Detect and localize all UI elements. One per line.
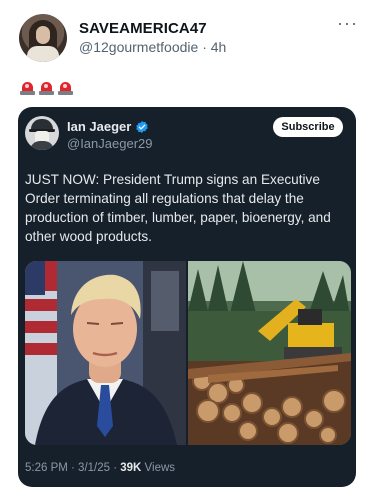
meta-separator: · (202, 39, 207, 55)
quote-text: JUST NOW: President Trump signs an Execu… (25, 172, 331, 244)
views-count[interactable]: 39K (120, 462, 141, 474)
quote-author-avatar[interactable] (25, 116, 59, 150)
avatar-shirt (27, 46, 59, 62)
quote-author-name-row[interactable]: Ian Jaeger (67, 119, 149, 134)
avatar-face (36, 26, 50, 44)
quoted-post[interactable]: Ian Jaeger @IanJaeger29 Subscribe JUST N… (18, 107, 356, 487)
post-meta: @12gourmetfoodie · 4h (79, 39, 226, 55)
avatar-body (30, 141, 54, 150)
portrait-photo[interactable] (25, 261, 186, 445)
verified-badge-icon (136, 120, 149, 133)
post-text (20, 80, 73, 96)
timber-logging-photo[interactable] (188, 261, 351, 445)
author-handle[interactable]: @12gourmetfoodie (79, 39, 198, 55)
subscribe-button[interactable]: Subscribe (273, 117, 343, 137)
quote-media[interactable] (25, 261, 351, 445)
post[interactable]: SAVEAMERICA47 @12gourmetfoodie · 4h ··· … (0, 0, 374, 500)
quote-author-handle[interactable]: @IanJaeger29 (67, 136, 152, 151)
author-name[interactable]: SAVEAMERICA47 (79, 20, 207, 37)
timestamp-text[interactable]: 5:26 PM · 3/1/25 · (25, 462, 120, 474)
views-label: Views (141, 462, 176, 474)
police-light-icon (39, 80, 54, 96)
author-avatar[interactable] (19, 14, 67, 62)
post-time[interactable]: 4h (211, 39, 227, 55)
quote-author-name[interactable]: Ian Jaeger (67, 119, 131, 134)
quote-timestamp[interactable]: 5:26 PM · 3/1/25 · 39K Views (25, 462, 175, 474)
more-options-button[interactable]: ··· (337, 14, 358, 32)
police-light-icon (20, 80, 35, 96)
police-light-icon (58, 80, 73, 96)
